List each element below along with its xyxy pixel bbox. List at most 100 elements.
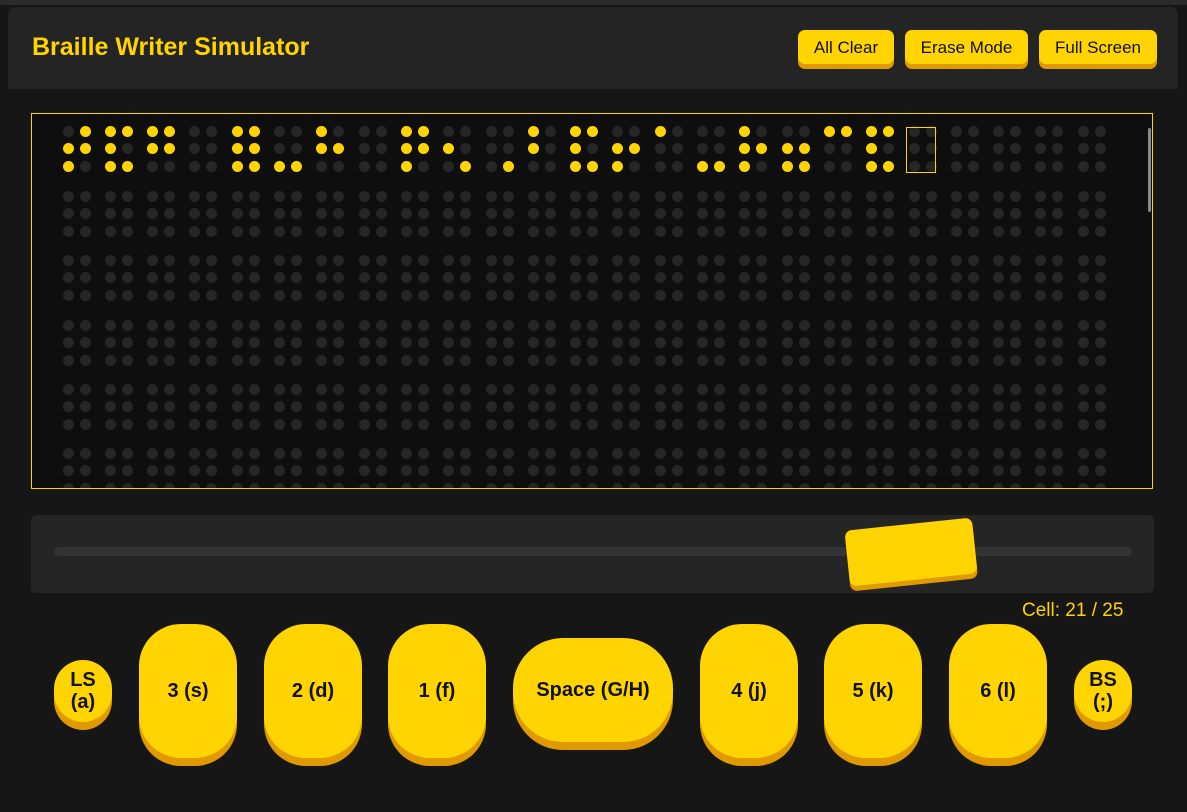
braille-dot-raised [781,160,793,172]
braille-dot-empty [79,225,91,237]
braille-dot-empty [121,143,133,154]
braille-dot-empty [908,190,920,202]
dot-4-key[interactable]: 4 (j) [700,624,798,758]
braille-dot-empty [950,125,962,137]
braille-dot-empty [671,482,683,488]
all-clear-button[interactable]: All Clear [798,30,894,64]
braille-dot-empty [375,143,387,154]
braille-dot-empty [485,319,497,331]
braille-dot-empty [781,465,793,476]
braille-dot-empty [502,337,514,348]
braille-dot-empty [206,225,218,237]
braille-dot-empty [544,447,556,459]
braille-dot-empty [460,465,472,476]
braille-dot-empty [993,482,1005,488]
braille-dot-empty [333,254,345,266]
braille-dot-empty [248,482,260,488]
braille-dot-empty [147,208,159,219]
braille-dot-empty [781,319,793,331]
braille-dot-empty [993,208,1005,219]
braille-dot-empty [570,383,582,395]
braille-dot-empty [291,354,302,366]
braille-dot-raised [79,143,91,154]
braille-dot-empty [587,225,599,237]
braille-dot-empty [671,447,683,459]
braille-dot-empty [274,383,285,395]
braille-dot-empty [967,190,979,202]
braille-dot-empty [840,383,852,395]
braille-dot-empty [993,383,1005,395]
space-key[interactable]: Space (G/H) [513,638,673,742]
braille-dot-empty [654,354,666,366]
braille-dot-empty [231,482,243,488]
braille-dot-empty [79,289,91,301]
braille-dot-empty [654,143,666,154]
braille-dot-empty [62,418,74,430]
braille-dot-empty [993,225,1005,237]
braille-dot-empty [485,289,497,301]
braille-dot-empty [883,319,895,331]
braille-dot-raised [502,160,514,172]
braille-dot-empty [1077,190,1089,202]
braille-dot-empty [908,337,920,348]
braille-dot-empty [443,208,455,219]
braille-dot-empty [570,418,582,430]
braille-dot-raised [756,143,768,154]
braille-dot-empty [866,482,878,488]
braille-dot-empty [248,319,260,331]
braille-dot-empty [587,289,599,301]
braille-dot-empty [147,383,159,395]
braille-dot-empty [527,447,539,459]
braille-dot-empty [443,289,455,301]
braille-dot-empty [697,319,708,331]
braille-dot-empty [544,160,556,172]
braille-dot-empty [781,383,793,395]
braille-dot-empty [79,447,91,459]
braille-dot-empty [79,160,91,172]
paper-scrollbar[interactable] [1148,128,1151,212]
dot-6-key[interactable]: 6 (l) [949,624,1047,758]
dot-3-key[interactable]: 3 (s) [139,624,237,758]
braille-dot-raised [147,125,159,137]
braille-dot-raised [781,143,793,154]
backspace-key[interactable]: BS (;) [1074,660,1132,722]
braille-paper[interactable] [31,113,1153,489]
braille-dot-raised [400,160,412,172]
braille-dot-empty [587,190,599,202]
dot-2-key[interactable]: 2 (d) [264,624,362,758]
braille-dot-empty [908,447,920,459]
braille-dot-empty [756,289,768,301]
braille-dot-empty [544,289,556,301]
braille-dot-empty [866,337,878,348]
braille-dot-empty [274,289,285,301]
braille-dot-empty [527,289,539,301]
braille-dot-empty [206,125,218,137]
braille-dot-raised [739,125,751,137]
braille-dot-empty [164,383,176,395]
braille-dot-empty [291,272,302,283]
braille-dot-raised [527,143,539,154]
braille-dot-raised [316,125,328,137]
dot-1-key[interactable]: 1 (f) [388,624,486,758]
braille-dot-empty [79,482,91,488]
braille-dot-empty [358,482,370,488]
braille-dot-empty [629,225,641,237]
braille-dot-empty [756,354,768,366]
braille-dot-empty [739,319,751,331]
braille-dot-empty [316,272,328,283]
braille-dot-empty [1035,401,1047,412]
braille-dot-empty [527,354,539,366]
braille-dot-empty [375,225,387,237]
braille-dot-empty [443,125,455,137]
erase-mode-button[interactable]: Erase Mode [905,30,1028,64]
dot-5-key[interactable]: 5 (k) [824,624,922,758]
braille-dot-empty [189,190,201,202]
line-space-key[interactable]: LS (a) [54,660,112,722]
full-screen-button[interactable]: Full Screen [1039,30,1157,64]
braille-dot-empty [358,143,370,154]
braille-dot-empty [587,482,599,488]
braille-dot-empty [104,289,116,301]
braille-dot-empty [104,190,116,202]
braille-dot-empty [570,447,582,459]
braille-dot-empty [950,190,962,202]
